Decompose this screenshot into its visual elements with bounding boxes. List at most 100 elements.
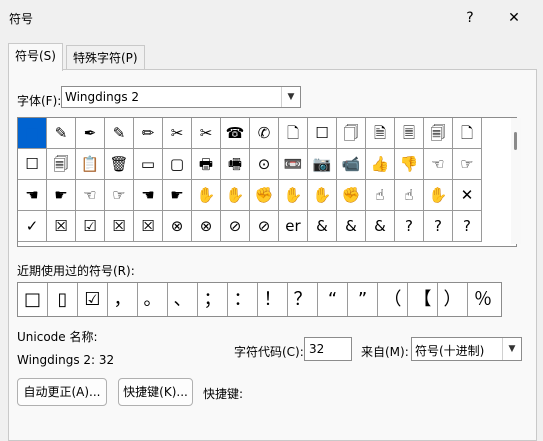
symbol-cell[interactable]: ✋ bbox=[279, 180, 308, 211]
symbol-cell[interactable]: ☐ bbox=[18, 149, 47, 180]
unicode-name-value: Wingdings 2: 32 bbox=[17, 353, 115, 367]
symbol-cell[interactable]: ■ bbox=[18, 118, 47, 149]
recent-symbol-cell[interactable]: ▯ bbox=[48, 283, 78, 316]
symbol-cell[interactable]: ✒ bbox=[76, 118, 105, 149]
symbol-cell[interactable]: ☝ bbox=[395, 180, 424, 211]
symbol-cell[interactable]: ? bbox=[395, 211, 424, 242]
symbol-cell[interactable]: ▭ bbox=[134, 149, 163, 180]
scroll-thumb[interactable] bbox=[514, 132, 517, 150]
symbol-cell[interactable]: 👍 bbox=[366, 149, 395, 180]
symbol-cell[interactable]: ☞ bbox=[453, 149, 482, 180]
symbol-cell[interactable]: 🗏 bbox=[395, 118, 424, 149]
symbol-cell[interactable]: 🗋 bbox=[453, 118, 482, 149]
symbol-cell[interactable]: 📷 bbox=[308, 149, 337, 180]
symbol-cell[interactable]: ✊ bbox=[337, 180, 366, 211]
symbol-cell[interactable]: ☎ bbox=[221, 118, 250, 149]
close-button[interactable]: ✕ bbox=[499, 6, 529, 30]
symbol-cell[interactable]: ☜ bbox=[424, 149, 453, 180]
recent-symbol-cell[interactable]: ☑ bbox=[78, 283, 108, 316]
recent-symbol-cell[interactable]: 。 bbox=[138, 283, 168, 316]
chevron-down-icon[interactable]: ▼ bbox=[281, 87, 300, 107]
symbol-cell[interactable]: ✂ bbox=[192, 118, 221, 149]
symbol-cell[interactable]: er bbox=[279, 211, 308, 242]
recent-symbol-cell[interactable]: ： bbox=[228, 283, 258, 316]
symbol-cell[interactable]: & bbox=[366, 211, 395, 242]
symbol-cell[interactable]: 🗋 bbox=[279, 118, 308, 149]
symbol-cell[interactable]: ▢ bbox=[163, 149, 192, 180]
charcode-input[interactable]: 32 bbox=[304, 337, 352, 361]
symbol-cell[interactable]: ⊘ bbox=[221, 211, 250, 242]
symbol-cell[interactable]: 🗐 bbox=[424, 118, 453, 149]
recent-symbol-cell[interactable]: ” bbox=[348, 283, 378, 316]
symbol-cell[interactable]: ☚ bbox=[134, 180, 163, 211]
symbol-cell[interactable]: 🗍 bbox=[337, 118, 366, 149]
recent-symbol-cell[interactable]: ％ bbox=[468, 283, 498, 316]
recent-symbol-cell[interactable]: ？ bbox=[288, 283, 318, 316]
symbol-cell[interactable]: 📼 bbox=[279, 149, 308, 180]
symbol-cell[interactable]: 📋 bbox=[76, 149, 105, 180]
recent-symbol-cell[interactable]: ） bbox=[438, 283, 468, 316]
symbol-cell[interactable]: ☞ bbox=[105, 180, 134, 211]
recent-symbol-cell[interactable]: “ bbox=[318, 283, 348, 316]
symbol-cell[interactable]: ✋ bbox=[424, 180, 453, 211]
symbol-cell[interactable]: ? bbox=[424, 211, 453, 242]
recent-symbol-cell[interactable]: 、 bbox=[168, 283, 198, 316]
from-label: 来自(M): bbox=[361, 345, 409, 359]
symbol-cell[interactable]: 📹 bbox=[337, 149, 366, 180]
symbol-cell[interactable]: 👎 bbox=[395, 149, 424, 180]
symbol-cell[interactable]: & bbox=[337, 211, 366, 242]
tab-symbols[interactable]: 符号(S) bbox=[8, 43, 63, 71]
shortcut-key-button[interactable]: 快捷键(K)... bbox=[118, 378, 193, 406]
recent-symbol-cell[interactable]: （ bbox=[378, 283, 408, 316]
from-select[interactable]: 符号(十进制) ▼ bbox=[411, 337, 522, 361]
symbol-cell[interactable]: ✂ bbox=[163, 118, 192, 149]
symbol-cell[interactable]: 🗐 bbox=[47, 149, 76, 180]
symbol-cell[interactable]: ✕ bbox=[453, 180, 482, 211]
symbol-cell[interactable]: ✆ bbox=[250, 118, 279, 149]
symbol-cell[interactable]: 🖶 bbox=[192, 149, 221, 180]
symbol-cell[interactable]: ⊗ bbox=[192, 211, 221, 242]
font-label: 字体(F): bbox=[17, 94, 62, 108]
symbol-cell[interactable]: ⊘ bbox=[250, 211, 279, 242]
recent-symbol-cell[interactable]: □ bbox=[18, 283, 48, 316]
symbol-cell[interactable]: ☑ bbox=[76, 211, 105, 242]
tab-special-characters[interactable]: 特殊字符(P) bbox=[66, 45, 145, 70]
recent-symbol-cell[interactable]: ； bbox=[198, 283, 228, 316]
symbol-cell[interactable]: 🖷 bbox=[221, 149, 250, 180]
symbol-cell[interactable]: ☛ bbox=[163, 180, 192, 211]
symbol-cell[interactable]: & bbox=[308, 211, 337, 242]
symbol-cell[interactable]: ☜ bbox=[76, 180, 105, 211]
autocorrect-button[interactable]: 自动更正(A)... bbox=[17, 378, 107, 406]
recent-symbol-cell[interactable]: ， bbox=[108, 283, 138, 316]
recent-symbol-cell[interactable]: ！ bbox=[258, 283, 288, 316]
symbol-cell[interactable]: ⊙ bbox=[250, 149, 279, 180]
symbol-cell[interactable]: ☚ bbox=[18, 180, 47, 211]
help-button[interactable]: ? bbox=[455, 6, 485, 30]
symbol-cell[interactable]: ☒ bbox=[105, 211, 134, 242]
symbol-cell[interactable]: ✋ bbox=[308, 180, 337, 211]
window-title: 符号 bbox=[9, 12, 34, 26]
symbol-cell[interactable]: ☒ bbox=[134, 211, 163, 242]
symbol-cell[interactable]: ☝ bbox=[366, 180, 395, 211]
symbol-cell[interactable]: ✊ bbox=[250, 180, 279, 211]
symbol-cell[interactable]: ✎ bbox=[47, 118, 76, 149]
symbol-cell[interactable]: ☒ bbox=[47, 211, 76, 242]
symbol-cell[interactable]: ☐ bbox=[308, 118, 337, 149]
symbol-cell[interactable]: ✎ bbox=[105, 118, 134, 149]
symbol-cell[interactable]: 🗑 bbox=[105, 149, 134, 180]
grid-scrollbar[interactable] bbox=[511, 118, 521, 244]
font-select[interactable]: Wingdings 2 ▼ bbox=[61, 86, 301, 108]
symbol-cell[interactable]: ✋ bbox=[192, 180, 221, 211]
chevron-down-icon[interactable]: ▼ bbox=[502, 338, 521, 360]
recent-label: 近期使用过的符号(R): bbox=[17, 264, 135, 278]
symbol-cell[interactable]: ✋ bbox=[221, 180, 250, 211]
symbol-cell[interactable]: 🗎 bbox=[366, 118, 395, 149]
symbol-cell[interactable]: ☛ bbox=[47, 180, 76, 211]
symbol-cell[interactable]: ✓ bbox=[18, 211, 47, 242]
shortcut-label: 快捷键: bbox=[203, 387, 244, 401]
symbol-grid: ■ ✎ ✒ ✎ ✏ ✂ ✂ ☎ ✆ 🗋 ☐ 🗍 🗎 🗏 🗐 🗋 ☐ 🗐 📋 🗑 ▭ ▢ 🖶 🖷 ⊙ 📼 📷 📹 👍 👎 ☜ ☞ ☚ ☛ ☜ ☞ ☚ ☛ ✋ ✋… bbox=[17, 117, 521, 247]
recent-symbol-cell[interactable]: 【 bbox=[408, 283, 438, 316]
symbol-cell[interactable]: ✏ bbox=[134, 118, 163, 149]
symbol-cell[interactable]: ? bbox=[453, 211, 482, 242]
symbol-cell[interactable]: ⊗ bbox=[163, 211, 192, 242]
